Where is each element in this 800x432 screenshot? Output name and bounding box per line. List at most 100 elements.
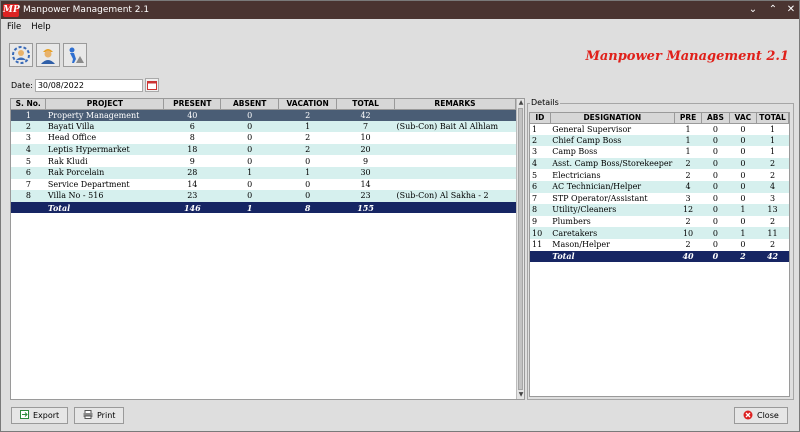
window-title: Manpower Management 2.1 [23,5,150,15]
scroll-up-icon[interactable]: ▲ [517,99,525,107]
total-cell: 1 [220,201,279,214]
table-cell: 0 [220,109,279,121]
table-cell: Plumbers [550,215,675,228]
table-cell: 11 [530,238,551,251]
table-cell: Asst. Camp Boss/Storekeeper [550,157,675,170]
table-cell: 3 [756,192,789,205]
table-cell [394,109,516,121]
projects-table: S. No. PROJECT PRESENT ABSENT VACATION T… [11,99,516,214]
table-cell: 12 [674,204,702,216]
table-row[interactable]: 3 Camp Boss 1 0 0 1 [530,146,789,158]
table-cell: 7 [11,178,46,191]
table-cell: Property Management [45,109,164,121]
table-cell: Leptis Hypermarket [45,143,164,156]
table-row[interactable]: 8 Villa No - 516 23 0 0 23 (Sub-Con) Al Sakha … [11,190,516,202]
worker-button[interactable] [36,43,60,67]
table-row[interactable]: 2 Bayati Villa 6 0 1 7 (Sub-Con) Bait Al Alhla… [11,120,516,133]
table-cell: 14 [336,178,395,191]
table-cell: Rak Kludi [45,155,164,167]
scroll-thumb[interactable] [518,108,523,390]
calendar-button[interactable] [144,78,159,92]
date-field[interactable]: 30/08/2022 [34,78,143,92]
column-header[interactable]: TOTAL [756,113,789,124]
table-row[interactable]: 3 Head Office 8 0 2 10 [11,132,516,144]
table-cell: 18 [163,143,221,156]
table-row[interactable]: 4 Leptis Hypermarket 18 0 2 20 [11,143,516,156]
table-row[interactable]: 10 Caretakers 10 0 1 11 [530,227,789,239]
table-cell: 2 [674,238,702,251]
maximize-button[interactable]: ⌃ [766,3,780,17]
table-cell: Bayati Villa [45,120,164,133]
column-header[interactable]: VAC [729,113,758,124]
details-table-body: 1 General Supervisor 1 0 0 1 2 Chief Camp Boss 1… [530,123,789,263]
table-cell: 2 [278,132,337,144]
table-cell: 5 [530,169,551,181]
scroll-down-icon[interactable]: ▼ [517,391,525,399]
total-cell: 40 [674,250,702,263]
brand-title: Manpower Management 2.1 [585,49,789,64]
column-header[interactable]: ID [530,113,551,124]
manpower-settings-button[interactable] [9,43,33,67]
minimize-button[interactable]: ⌄ [746,3,760,17]
vertical-scrollbar[interactable]: ▲ ▼ [516,99,524,399]
close-window-button[interactable]: ✕ [784,3,798,17]
close-button[interactable]: Close [734,407,788,424]
column-header[interactable]: PROJECT [45,99,165,110]
column-header[interactable]: PRE [674,113,703,124]
table-cell: 13 [756,204,789,216]
table-row[interactable]: 9 Plumbers 2 0 0 2 [530,215,789,228]
table-cell: 6 [11,166,46,179]
calendar-icon [146,81,157,90]
table-cell: 0 [729,123,757,135]
column-header[interactable]: PRESENT [163,99,222,110]
column-header[interactable]: ABS [701,113,730,124]
table-cell: 0 [701,227,730,239]
column-header[interactable]: VACATION [278,99,338,110]
column-header[interactable]: ABSENT [220,99,280,110]
table-row[interactable]: 8 Utility/Cleaners 12 0 1 13 [530,204,789,216]
table-cell: AC Technician/Helper [550,180,675,193]
table-row[interactable]: 4 Asst. Camp Boss/Storekeeper 2 0 0 2 [530,157,789,170]
app-window: MP Manpower Management 2.1 ⌄ ⌃ ✕ File He… [0,0,800,432]
table-cell [394,166,516,179]
column-header[interactable]: REMARKS [394,99,516,110]
table-cell: 0 [701,134,730,147]
table-cell: 1 [278,166,337,179]
table-cell: 1 [729,227,757,239]
table-cell: 30 [336,166,395,179]
total-row: Total 40 0 2 42 [530,250,789,263]
table-cell: 3 [674,192,702,205]
table-cell: 1 [756,146,789,158]
table-cell: 0 [701,180,730,193]
print-label: Print [97,411,116,420]
table-row[interactable]: 1 General Supervisor 1 0 0 1 [530,123,789,135]
table-cell: 0 [278,190,337,202]
menu-help[interactable]: Help [27,22,54,32]
table-row[interactable]: 11 Mason/Helper 2 0 0 2 [530,238,789,251]
table-row[interactable]: 2 Chief Camp Boss 1 0 0 1 [530,134,789,147]
table-row[interactable]: 6 AC Technician/Helper 4 0 0 4 [530,180,789,193]
table-cell: 1 [278,120,337,133]
total-cell: 8 [278,201,337,214]
title-bar[interactable]: MP Manpower Management 2.1 ⌄ ⌃ ✕ [1,1,799,19]
table-cell: 0 [701,192,730,205]
table-row[interactable]: 1 Property Management 40 0 2 42 [11,109,516,121]
table-cell: Utility/Cleaners [550,204,675,216]
total-cell: Total [45,201,164,214]
table-row[interactable]: 6 Rak Porcelain 28 1 1 30 [11,166,516,179]
table-cell: 11 [756,227,789,239]
table-cell: 0 [729,180,757,193]
column-header[interactable]: TOTAL [336,99,396,110]
table-row[interactable]: 5 Rak Kludi 9 0 0 9 [11,155,516,167]
table-row[interactable]: 5 Electricians 2 0 0 2 [530,169,789,181]
construction-button[interactable] [63,43,87,67]
column-header[interactable]: DESIGNATION [550,113,675,124]
print-button[interactable]: Print [74,407,125,424]
table-row[interactable]: 7 STP Operator/Assistant 3 0 0 3 [530,192,789,205]
export-button[interactable]: Export [11,407,69,424]
menu-file[interactable]: File [3,22,25,32]
table-cell: Electricians [550,169,675,181]
column-header[interactable]: S. No. [11,99,47,110]
total-cell: 42 [756,250,789,263]
table-row[interactable]: 7 Service Department 14 0 0 14 [11,178,516,191]
